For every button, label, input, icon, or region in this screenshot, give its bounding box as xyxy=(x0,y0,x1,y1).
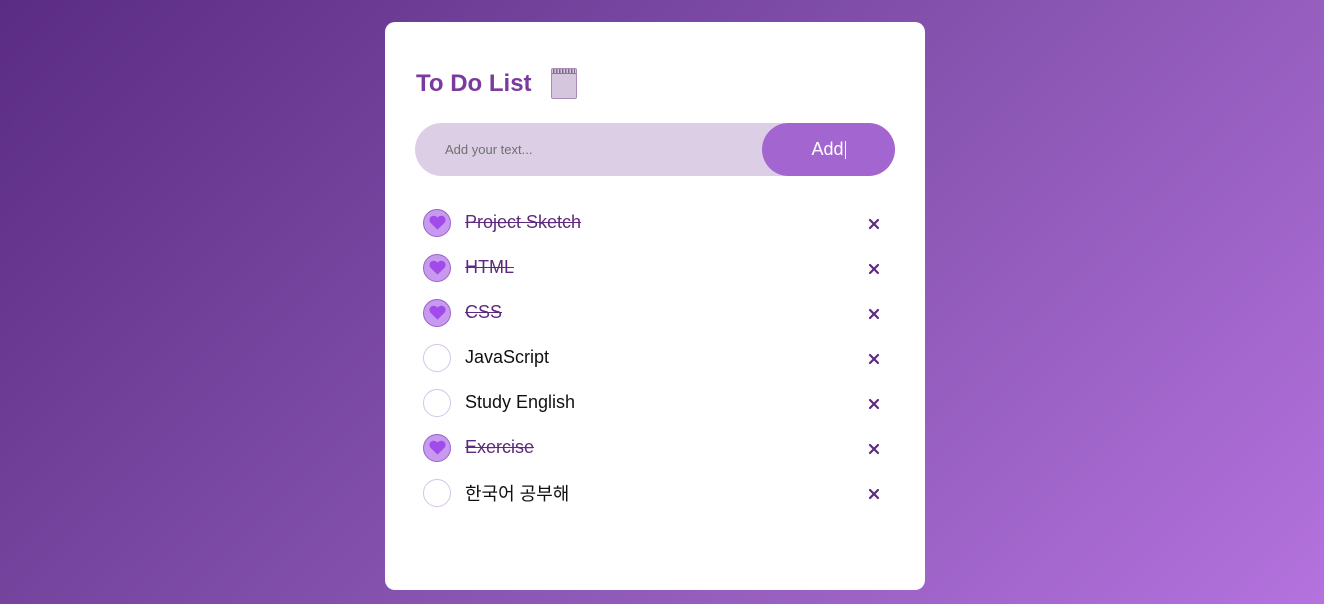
task-label: 한국어 공부해 xyxy=(465,483,570,504)
close-icon xyxy=(868,308,880,319)
task-label: Study English xyxy=(465,392,576,412)
header: To Do List xyxy=(416,68,577,99)
delete-button[interactable] xyxy=(868,398,880,410)
notepad-icon xyxy=(550,68,577,99)
close-icon xyxy=(868,488,880,499)
delete-button[interactable] xyxy=(868,353,880,365)
task-checkbox[interactable] xyxy=(423,433,451,462)
task-item[interactable]: CSS xyxy=(423,290,893,335)
heart-icon xyxy=(428,440,446,455)
task-item[interactable]: 한국어 공부해 xyxy=(423,470,893,515)
delete-button[interactable] xyxy=(868,443,880,455)
task-label: Project Sketch xyxy=(465,212,582,232)
task-list: Project Sketch HTML CSS JavaScript Study Eng… xyxy=(423,200,893,515)
task-checkbox[interactable] xyxy=(423,208,451,237)
task-checkbox[interactable] xyxy=(423,478,451,507)
task-checkbox[interactable] xyxy=(423,343,451,372)
text-caret xyxy=(844,140,846,159)
delete-button[interactable] xyxy=(868,488,880,500)
task-label: JavaScript xyxy=(465,347,550,367)
close-icon xyxy=(868,263,880,274)
add-button[interactable]: Add xyxy=(762,123,895,176)
task-input[interactable] xyxy=(415,123,765,176)
task-item[interactable]: HTML xyxy=(423,245,893,290)
task-checkbox[interactable] xyxy=(423,388,451,417)
task-label: HTML xyxy=(465,257,514,277)
task-checkbox[interactable] xyxy=(423,253,451,282)
task-item[interactable]: Study English xyxy=(423,380,893,425)
add-button-label: Add xyxy=(811,139,844,159)
delete-button[interactable] xyxy=(868,263,880,275)
task-item[interactable]: Exercise xyxy=(423,425,893,470)
heart-icon xyxy=(428,305,446,320)
close-icon xyxy=(868,218,880,229)
input-row: Add xyxy=(415,123,895,176)
task-label: CSS xyxy=(465,302,503,322)
heart-icon xyxy=(428,260,446,275)
close-icon xyxy=(868,353,880,364)
heart-icon xyxy=(428,215,446,230)
task-item[interactable]: JavaScript xyxy=(423,335,893,380)
close-icon xyxy=(868,443,880,454)
delete-button[interactable] xyxy=(868,308,880,320)
delete-button[interactable] xyxy=(868,218,880,230)
task-label: Exercise xyxy=(465,437,535,457)
task-item[interactable]: Project Sketch xyxy=(423,200,893,245)
task-checkbox[interactable] xyxy=(423,298,451,327)
close-icon xyxy=(868,398,880,409)
todo-card: To Do List Add Project Sketch HTML CSS Java… xyxy=(385,22,925,590)
page-title: To Do List xyxy=(416,69,532,97)
